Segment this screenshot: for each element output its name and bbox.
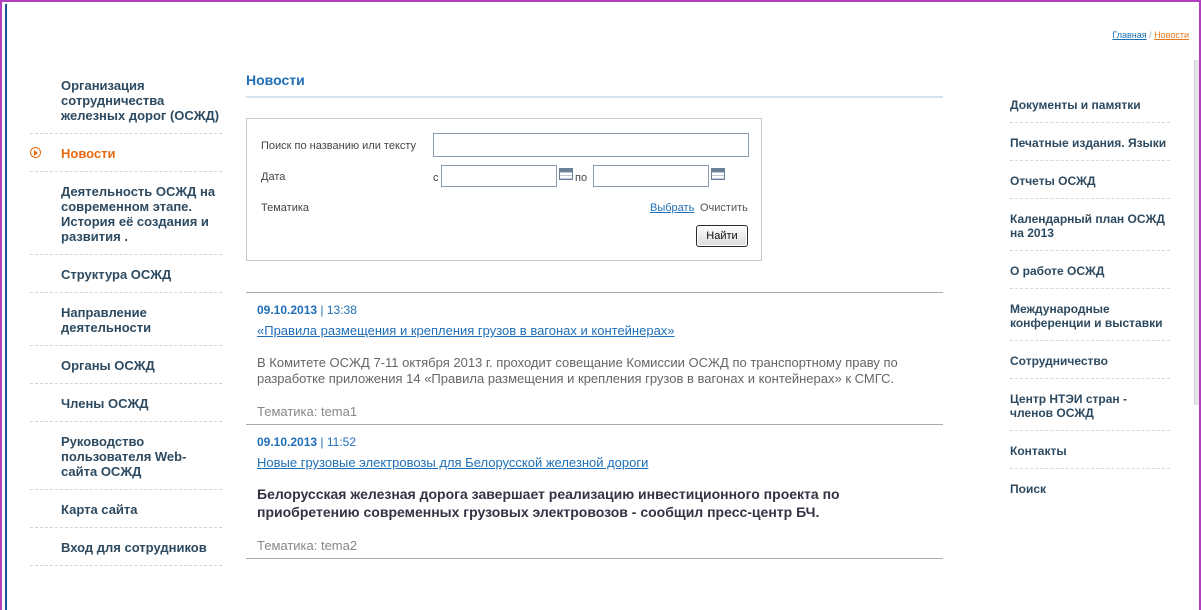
left-nav-label: Карта сайта (61, 502, 138, 517)
news-meta: 09.10.2013 | 13:38 (257, 303, 932, 317)
right-nav-item-calendar-plan[interactable]: Календарный план ОСЖД на 2013 (1010, 212, 1170, 251)
news-time: 11:52 (326, 435, 356, 449)
date-to-input[interactable] (593, 165, 709, 187)
right-nav-item-publications[interactable]: Печатные издания. Языки (1010, 136, 1170, 161)
left-nav-item-osjd[interactable]: Организация сотрудничества железных доро… (30, 78, 222, 134)
left-nav-item-sitemap[interactable]: Карта сайта (30, 502, 222, 528)
breadcrumb-home-link[interactable]: Главная (1112, 30, 1146, 40)
left-nav-label: Деятельность ОСЖД на современном этапе. … (61, 184, 216, 244)
news-body: Белорусская железная дорога завершает ре… (257, 486, 840, 520)
date-from-label: с (433, 172, 439, 184)
right-nav: Документы и памятки Печатные издания. Яз… (1010, 98, 1170, 519)
search-text-label: Поиск по названию или тексту (261, 140, 417, 152)
news-date: 09.10.2013 (257, 435, 318, 449)
find-button[interactable]: Найти (696, 225, 748, 247)
theme-clear-link[interactable]: Очистить (700, 202, 748, 214)
theme-label: Тематика (261, 202, 310, 214)
news-time: 13:38 (326, 303, 357, 317)
left-nav-label: Члены ОСЖД (61, 396, 149, 411)
left-nav-item-staff-login[interactable]: Вход для сотрудников (30, 540, 222, 566)
left-nav-item-activity[interactable]: Деятельность ОСЖД на современном этапе. … (30, 184, 222, 255)
breadcrumb-current-link[interactable]: Новости (1154, 30, 1189, 40)
date-to-label: по (575, 172, 588, 184)
right-nav-item-reports[interactable]: Отчеты ОСЖД (1010, 174, 1170, 199)
left-nav-item-structure[interactable]: Структура ОСЖД (30, 267, 222, 293)
left-nav-label: Новости (61, 146, 116, 161)
right-nav-item-about-work[interactable]: О работе ОСЖД (1010, 264, 1170, 289)
main-content: Новости Поиск по названию или тексту Дат… (246, 72, 943, 559)
page-title: Новости (246, 72, 943, 98)
left-nav-label: Руководство пользователя Web-сайта ОСЖД (61, 434, 187, 479)
right-nav-item-search[interactable]: Поиск (1010, 482, 1170, 506)
news-title-link[interactable]: Новые грузовые электровозы для Белорусск… (257, 455, 932, 470)
right-nav-item-cooperation[interactable]: Сотрудничество (1010, 354, 1170, 379)
news-meta: 09.10.2013 | 11:52 (257, 435, 932, 449)
news-search-form: Поиск по названию или тексту Дата с по Т… (246, 118, 762, 261)
search-text-input[interactable] (433, 133, 749, 157)
left-nav-label: Организация сотрудничества железных доро… (61, 78, 220, 123)
right-nav-item-contacts[interactable]: Контакты (1010, 444, 1170, 469)
left-nav-label: Структура ОСЖД (61, 267, 172, 282)
news-meta-separator: | (317, 303, 327, 317)
news-item: 09.10.2013 | 13:38 «Правила размещения и… (246, 293, 943, 425)
calendar-icon[interactable] (559, 168, 573, 180)
news-body: В Комитете ОСЖД 7-11 октября 2013 г. про… (257, 355, 898, 386)
date-from-input[interactable] (441, 165, 557, 187)
left-nav-item-user-guide[interactable]: Руководство пользователя Web-сайта ОСЖД (30, 434, 222, 490)
left-nav-item-news[interactable]: Новости (30, 146, 222, 172)
news-item: 09.10.2013 | 11:52 Новые грузовые электр… (246, 425, 943, 559)
page-frame-left (5, 4, 7, 610)
right-nav-item-conferences[interactable]: Международные конференции и выставки (1010, 302, 1170, 341)
news-meta-separator: | (317, 435, 327, 449)
left-nav: Организация сотрудничества железных доро… (30, 78, 222, 578)
date-label: Дата (261, 171, 286, 183)
news-theme: Тематика: tema2 (257, 538, 358, 553)
news-date: 09.10.2013 (257, 303, 318, 317)
news-theme: Тематика: tema1 (257, 404, 358, 419)
vertical-scrollbar[interactable] (1194, 60, 1199, 405)
news-title-link[interactable]: «Правила размещения и крепления грузов в… (257, 323, 932, 338)
theme-choose-link[interactable]: Выбрать (650, 202, 694, 214)
left-nav-item-direction[interactable]: Направление деятельности (30, 305, 222, 346)
active-bullet-icon (30, 147, 41, 158)
left-nav-label: Органы ОСЖД (61, 358, 155, 373)
right-nav-item-documents[interactable]: Документы и памятки (1010, 98, 1170, 123)
news-list: 09.10.2013 | 13:38 «Правила размещения и… (246, 292, 943, 559)
right-nav-item-ntei-center[interactable]: Центр НТЭИ стран - членов ОСЖД (1010, 392, 1170, 431)
left-nav-item-bodies[interactable]: Органы ОСЖД (30, 358, 222, 384)
breadcrumb: Главная / Новости (1112, 30, 1189, 40)
left-nav-item-members[interactable]: Члены ОСЖД (30, 396, 222, 422)
left-nav-label: Направление деятельности (61, 305, 152, 335)
calendar-icon[interactable] (711, 168, 725, 180)
left-nav-label: Вход для сотрудников (61, 540, 207, 555)
